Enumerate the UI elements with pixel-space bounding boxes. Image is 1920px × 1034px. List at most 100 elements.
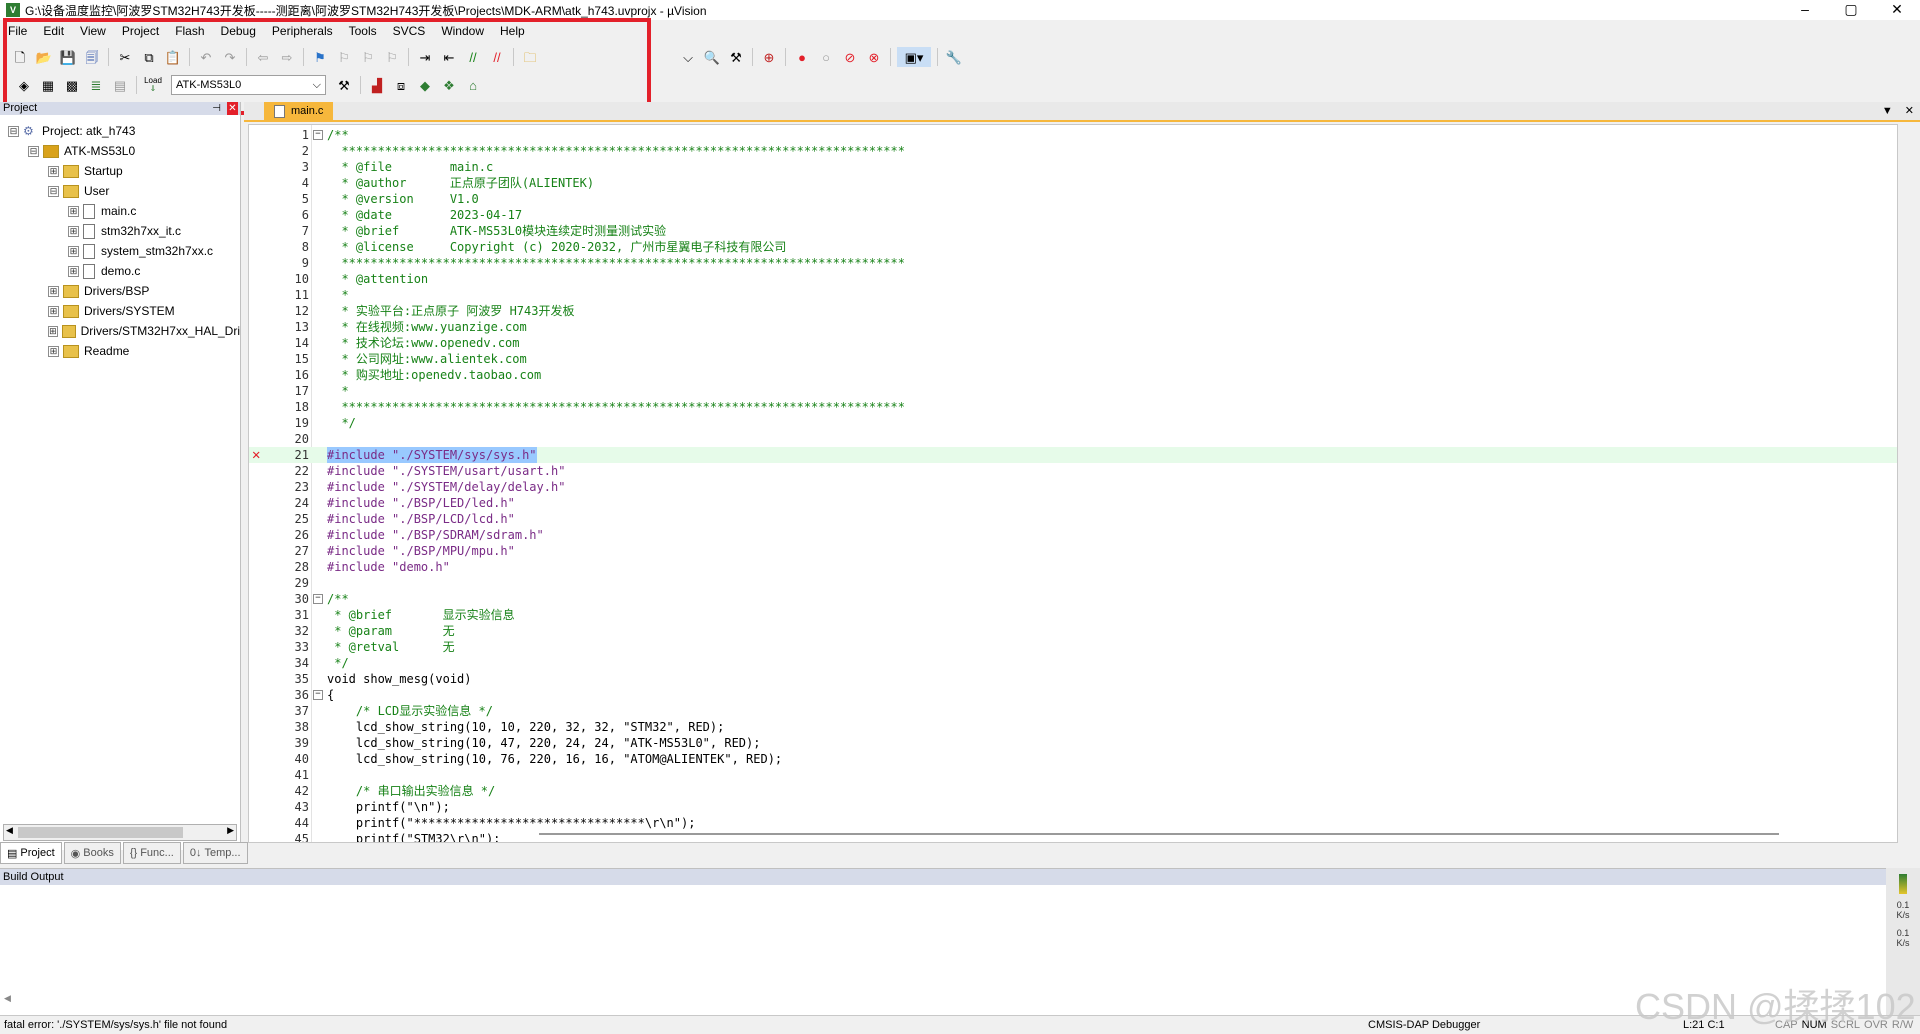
open-file-icon[interactable]: 📂: [34, 47, 54, 67]
panel-tab[interactable]: ▤ Project: [0, 842, 62, 864]
paste-icon[interactable]: 📋: [163, 47, 183, 67]
batch-build-icon[interactable]: ≣: [86, 75, 106, 95]
panel-tab[interactable]: 0↓ Temp...: [182, 842, 248, 864]
scroll-right-icon[interactable]: ▶: [227, 825, 234, 836]
scrollbar-thumb[interactable]: [18, 827, 183, 838]
tree-item[interactable]: ⊞ Drivers/BSP: [0, 281, 240, 301]
code-line[interactable]: 7 * @brief ATK-MS53L0模块连续定时测量测试实验: [249, 223, 1897, 239]
tree-item[interactable]: ⊞ Drivers/STM32H7xx_HAL_Dri: [0, 321, 240, 341]
code-line[interactable]: 3 * @file main.c: [249, 159, 1897, 175]
scroll-left-icon[interactable]: ◀: [6, 825, 13, 836]
prev-bookmark-icon[interactable]: ⚐: [334, 47, 354, 67]
code-line[interactable]: 27 #include "./BSP/MPU/mpu.h": [249, 543, 1897, 559]
menu-debug[interactable]: Debug: [213, 20, 264, 42]
navigate-back-icon[interactable]: ⇦: [253, 47, 273, 67]
code-line[interactable]: 30−/**: [249, 591, 1897, 607]
fold-toggle-icon[interactable]: −: [313, 690, 323, 700]
code-line[interactable]: 19 */: [249, 415, 1897, 431]
build-output-scroll-left-icon[interactable]: ◀: [4, 993, 11, 1004]
collapse-icon[interactable]: ⊟: [48, 185, 59, 197]
manage-rte-icon[interactable]: ◆: [415, 75, 435, 95]
translate-icon[interactable]: ◈: [14, 75, 34, 95]
expand-icon[interactable]: ⊞: [68, 205, 79, 217]
code-line[interactable]: 42 /* 串口输出实验信息 */: [249, 783, 1897, 799]
code-line[interactable]: 12 * 实验平台:正点原子 阿波罗 H743开发板: [249, 303, 1897, 319]
expand-icon[interactable]: ⊞: [68, 245, 79, 257]
enable-breakpoint-icon[interactable]: ○: [816, 47, 836, 67]
menu-view[interactable]: View: [72, 20, 114, 42]
panel-tab[interactable]: ◉ Books: [63, 842, 121, 864]
code-line[interactable]: 11 *: [249, 287, 1897, 303]
window-layout-icon[interactable]: ▣▾: [897, 47, 931, 67]
find-combo-dropdown-icon[interactable]: ⌵: [678, 47, 698, 67]
software-packs-icon[interactable]: ⌂: [463, 75, 483, 95]
next-bookmark-icon[interactable]: ⚐: [358, 47, 378, 67]
menu-svcs[interactable]: SVCS: [385, 20, 434, 42]
code-line[interactable]: 13 * 在线视频:www.yuanzige.com: [249, 319, 1897, 335]
tree-item[interactable]: ⊞ Drivers/SYSTEM: [0, 301, 240, 321]
build-icon[interactable]: ▦: [38, 75, 58, 95]
code-line[interactable]: 32 * @param 无: [249, 623, 1897, 639]
code-line[interactable]: ✕ 21 #include "./SYSTEM/sys/sys.h": [249, 447, 1897, 463]
code-line[interactable]: 41: [249, 767, 1897, 783]
redo-icon[interactable]: ↷: [220, 47, 240, 67]
new-file-icon[interactable]: 🗋: [10, 47, 30, 67]
code-line[interactable]: 23 #include "./SYSTEM/delay/delay.h": [249, 479, 1897, 495]
editor-vertical-scrollbar[interactable]: [1904, 124, 1918, 841]
code-line[interactable]: 16 * 购买地址:openedv.taobao.com: [249, 367, 1897, 383]
clear-bookmarks-icon[interactable]: ⚐: [382, 47, 402, 67]
editor-horizontal-scrollbar[interactable]: [539, 833, 1779, 835]
code-line[interactable]: 9 **************************************…: [249, 255, 1897, 271]
expand-icon[interactable]: ⊞: [68, 265, 79, 277]
tree-item[interactable]: ⊞ Startup: [0, 161, 240, 181]
menu-flash[interactable]: Flash: [167, 20, 212, 42]
target-options-icon[interactable]: ⚒: [334, 75, 354, 95]
collapse-icon[interactable]: ⊟: [8, 125, 19, 137]
code-line[interactable]: 22 #include "./SYSTEM/usart/usart.h": [249, 463, 1897, 479]
tab-list-dropdown-icon[interactable]: ▼: [1882, 102, 1893, 120]
pack-installer-icon[interactable]: ❖: [439, 75, 459, 95]
code-line[interactable]: 37 /* LCD显示实验信息 */: [249, 703, 1897, 719]
code-line[interactable]: 25 #include "./BSP/LCD/lcd.h": [249, 511, 1897, 527]
code-line[interactable]: 44 printf("*****************************…: [249, 815, 1897, 831]
tree-item[interactable]: ⊞ stm32h7xx_it.c: [0, 221, 240, 241]
code-line[interactable]: 43 printf("\n");: [249, 799, 1897, 815]
code-line[interactable]: 18 *************************************…: [249, 399, 1897, 415]
unindent-icon[interactable]: ⇤: [439, 47, 459, 67]
editor-tab-main-c[interactable]: main.c: [264, 102, 334, 120]
tree-item[interactable]: ⊞ main.c: [0, 201, 240, 221]
tree-item[interactable]: ⊟ User: [0, 181, 240, 201]
maximize-button[interactable]: ▢: [1828, 0, 1874, 20]
save-icon[interactable]: 💾: [58, 47, 78, 67]
bookmark-icon[interactable]: ⚑: [310, 47, 330, 67]
code-line[interactable]: 5 * @version V1.0: [249, 191, 1897, 207]
code-line[interactable]: 36−{: [249, 687, 1897, 703]
code-line[interactable]: 39 lcd_show_string(10, 47, 220, 24, 24, …: [249, 735, 1897, 751]
code-line[interactable]: 28 #include "demo.h": [249, 559, 1897, 575]
panel-tab[interactable]: {} Func...: [122, 842, 181, 864]
kill-all-breakpoints-icon[interactable]: ⊗: [864, 47, 884, 67]
close-window-button[interactable]: ✕: [1874, 0, 1920, 20]
comment-icon[interactable]: //: [463, 47, 483, 67]
code-line[interactable]: 1−/**: [249, 127, 1897, 143]
code-line[interactable]: 6 * @date 2023-04-17: [249, 207, 1897, 223]
target-select[interactable]: ATK-MS53L0 ⌵: [171, 75, 326, 95]
expand-icon[interactable]: ⊞: [48, 345, 59, 357]
tree-item[interactable]: ⊞ system_stm32h7xx.c: [0, 241, 240, 261]
code-line[interactable]: 34 */: [249, 655, 1897, 671]
configure-icon[interactable]: 🔧: [944, 47, 964, 67]
undo-icon[interactable]: ↶: [196, 47, 216, 67]
stop-build-icon[interactable]: ▤: [110, 75, 130, 95]
expand-icon[interactable]: ⊞: [48, 305, 59, 317]
rebuild-icon[interactable]: ▩: [62, 75, 82, 95]
save-all-icon[interactable]: 🗐: [82, 47, 102, 67]
expand-icon[interactable]: ⊞: [68, 225, 79, 237]
cut-icon[interactable]: ✂: [115, 47, 135, 67]
manage-project-items-icon[interactable]: ▟: [367, 75, 387, 95]
fold-toggle-icon[interactable]: −: [313, 594, 323, 604]
select-packs-icon[interactable]: ⧈: [391, 75, 411, 95]
menu-peripherals[interactable]: Peripherals: [264, 20, 341, 42]
disable-all-breakpoints-icon[interactable]: ⊘: [840, 47, 860, 67]
download-load-icon[interactable]: Load ⇓: [143, 75, 163, 95]
navigate-forward-icon[interactable]: ⇨: [277, 47, 297, 67]
